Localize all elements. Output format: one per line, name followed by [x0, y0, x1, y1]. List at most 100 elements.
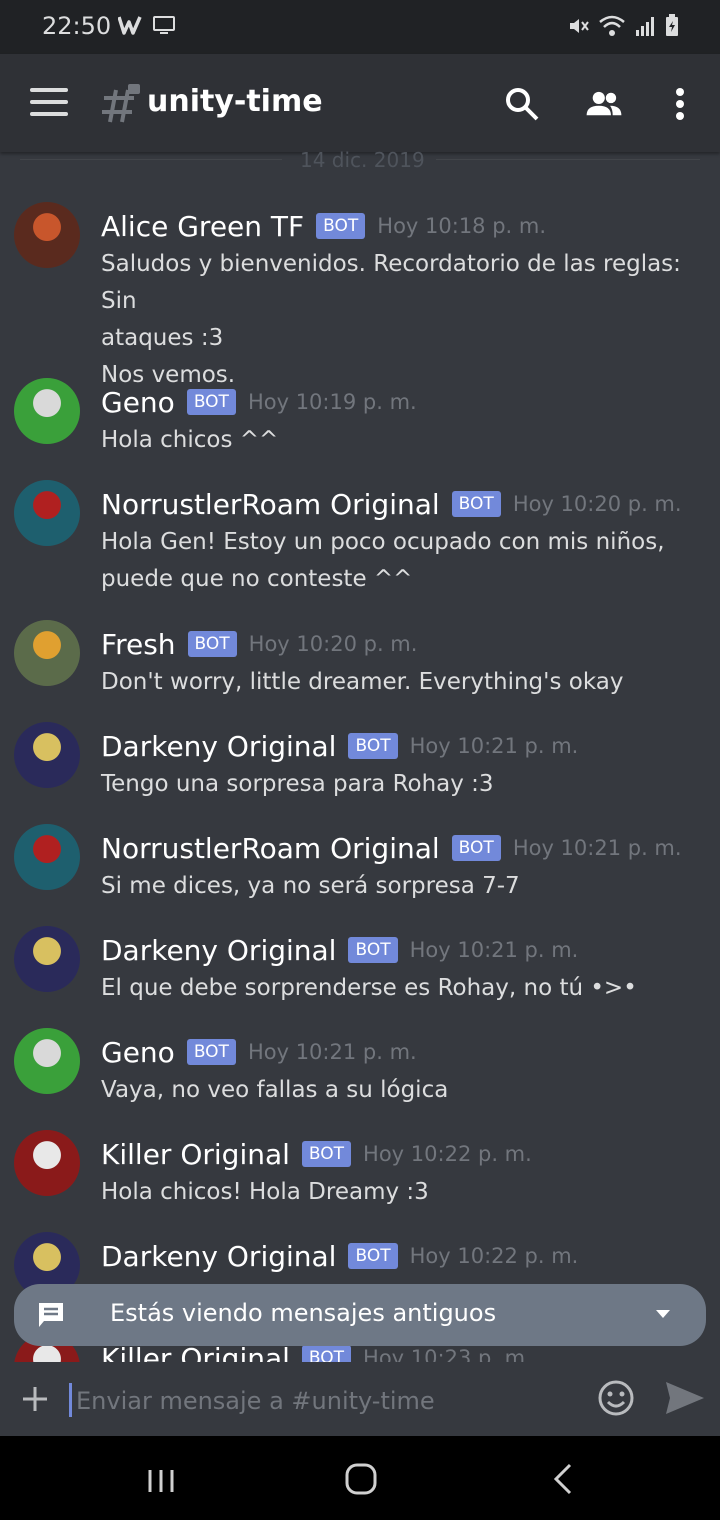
- avatar[interactable]: [14, 926, 80, 992]
- message-header: Geno BOT Hoy 10:21 p. m.: [101, 1032, 417, 1072]
- chat-bubble-icon: [39, 1303, 63, 1327]
- avatar[interactable]: [14, 1130, 80, 1196]
- mute-icon: [570, 19, 589, 33]
- menu-button[interactable]: [30, 88, 68, 118]
- message-line: Saludos y bienvenidos. Recordatorio de l…: [101, 251, 681, 314]
- message-content: Don't worry, little dreamer. Everything'…: [101, 664, 701, 701]
- bot-tag: BOT: [451, 835, 501, 861]
- old-messages-text: Estás viendo mensajes antiguos: [110, 1299, 497, 1327]
- message-header: Killer Original BOT Hoy 10:22 p. m.: [101, 1134, 532, 1174]
- home-icon[interactable]: [344, 1462, 378, 1496]
- bot-tag: BOT: [348, 937, 398, 963]
- bot-tag: BOT: [316, 213, 366, 239]
- channel-hash-lock-icon: [102, 84, 140, 123]
- app-w-icon: [118, 16, 142, 35]
- status-left-icons: [118, 14, 176, 36]
- avatar[interactable]: [14, 620, 80, 686]
- author-name[interactable]: NorrustlerRoam Original: [101, 832, 440, 865]
- message-header: NorrustlerRoam Original BOT Hoy 10:20 p. m…: [101, 484, 682, 524]
- more-vertical-icon[interactable]: [660, 84, 700, 124]
- old-messages-banner[interactable]: Estás viendo mensajes antiguos: [14, 1284, 706, 1346]
- message-content: Hola chicos! Hola Dreamy :3: [101, 1174, 701, 1211]
- date-divider: 14 dic. 2019: [20, 148, 700, 172]
- message-timestamp: Hoy 10:22 p. m.: [409, 1244, 579, 1268]
- message-timestamp: Hoy 10:20 p. m.: [248, 632, 418, 656]
- bot-tag: BOT: [451, 491, 501, 517]
- message-header: Geno BOT Hoy 10:19 p. m.: [101, 382, 417, 422]
- avatar[interactable]: [14, 480, 80, 546]
- avatar[interactable]: [14, 378, 80, 444]
- message-line: puede que no conteste ^^: [101, 566, 413, 592]
- author-name[interactable]: Geno: [101, 386, 175, 419]
- avatar[interactable]: [14, 824, 80, 890]
- bot-tag: BOT: [187, 631, 237, 657]
- message-header: Fresh BOT Hoy 10:20 p. m.: [101, 624, 417, 664]
- message-content: El que debe sorprenderse es Rohay, no tú…: [101, 970, 701, 1007]
- recents-icon[interactable]: [146, 1468, 176, 1494]
- message-line: Hola Gen! Estoy un poco ocupado con mis …: [101, 529, 665, 555]
- message-line: Si me dices, ya no será sorpresa 7-7: [101, 873, 520, 899]
- chevron-down-icon[interactable]: [656, 1310, 670, 1320]
- author-name[interactable]: Killer Original: [101, 1138, 290, 1171]
- message-line: Don't worry, little dreamer. Everything'…: [101, 669, 624, 695]
- message-content: Si me dices, ya no será sorpresa 7-7: [101, 868, 701, 905]
- avatar[interactable]: [14, 722, 80, 788]
- author-name[interactable]: Geno: [101, 1036, 175, 1069]
- wifi-icon: [599, 15, 625, 36]
- bot-tag: BOT: [348, 1243, 398, 1269]
- avatar[interactable]: [14, 202, 80, 268]
- author-name[interactable]: Fresh: [101, 628, 176, 661]
- message-line: Hola chicos! Hola Dreamy :3: [101, 1179, 429, 1205]
- author-name[interactable]: Darkeny Original: [101, 934, 336, 967]
- bot-tag: BOT: [186, 389, 236, 415]
- screen-icon: [153, 16, 175, 34]
- message-timestamp: Hoy 10:21 p. m.: [409, 734, 579, 758]
- message-header: Alice Green TF BOT Hoy 10:18 p. m.: [101, 206, 546, 246]
- message-input[interactable]: [74, 1380, 578, 1422]
- avatar[interactable]: [14, 1028, 80, 1094]
- search-icon[interactable]: [502, 84, 542, 124]
- message-timestamp: Hoy 10:21 p. m.: [247, 1040, 417, 1064]
- status-bar: 22:50: [0, 0, 720, 54]
- status-time: 22:50: [42, 12, 112, 40]
- author-name[interactable]: NorrustlerRoam Original: [101, 488, 440, 521]
- members-icon[interactable]: [584, 84, 624, 124]
- back-icon[interactable]: [552, 1462, 574, 1496]
- emoji-icon[interactable]: [596, 1378, 636, 1418]
- message-line: ataques :3: [101, 325, 224, 351]
- message-line: El que debe sorprenderse es Rohay, no tú…: [101, 975, 637, 1001]
- message-header: Darkeny Original BOT Hoy 10:21 p. m.: [101, 726, 578, 766]
- message-content: Tengo una sorpresa para Rohay :3: [101, 766, 701, 803]
- message-line: Vaya, no veo fallas a su lógica: [101, 1077, 449, 1103]
- message-line: Hola chicos ^^: [101, 427, 279, 453]
- bot-tag: BOT: [301, 1141, 352, 1167]
- message-content: Vaya, no veo fallas a su lógica: [101, 1072, 701, 1109]
- text-cursor: [69, 1383, 72, 1417]
- channel-name: unity-time: [147, 84, 323, 119]
- send-icon[interactable]: [664, 1380, 706, 1416]
- author-name[interactable]: Darkeny Original: [101, 1240, 336, 1273]
- message-content: Hola Gen! Estoy un poco ocupado con mis …: [101, 524, 701, 598]
- message-timestamp: Hoy 10:21 p. m.: [512, 836, 682, 860]
- menu-icon: [30, 88, 68, 92]
- bot-tag: BOT: [348, 733, 398, 759]
- author-name[interactable]: Darkeny Original: [101, 730, 336, 763]
- plus-icon[interactable]: [20, 1384, 50, 1414]
- date-divider-text: 14 dic. 2019: [300, 148, 425, 172]
- message-header: Darkeny Original BOT Hoy 10:21 p. m.: [101, 930, 578, 970]
- channel-header: unity-time: [0, 54, 720, 152]
- message-header: NorrustlerRoam Original BOT Hoy 10:21 p. m…: [101, 828, 682, 868]
- message-header: Darkeny Original BOT Hoy 10:22 p. m.: [101, 1236, 578, 1276]
- message-timestamp: Hoy 10:19 p. m.: [247, 390, 417, 414]
- message-content: Saludos y bienvenidos. Recordatorio de l…: [101, 246, 701, 394]
- message-composer: [0, 1362, 720, 1436]
- message-timestamp: Hoy 10:20 p. m.: [512, 492, 682, 516]
- battery-icon: [666, 14, 678, 36]
- message-content: Hola chicos ^^: [101, 422, 701, 459]
- message-timestamp: Hoy 10:18 p. m.: [377, 214, 547, 238]
- bot-tag: BOT: [186, 1039, 236, 1065]
- author-name[interactable]: Alice Green TF: [101, 210, 304, 243]
- system-nav-bar: [0, 1436, 720, 1520]
- message-timestamp: Hoy 10:21 p. m.: [409, 938, 579, 962]
- message-line: Tengo una sorpresa para Rohay :3: [101, 771, 494, 797]
